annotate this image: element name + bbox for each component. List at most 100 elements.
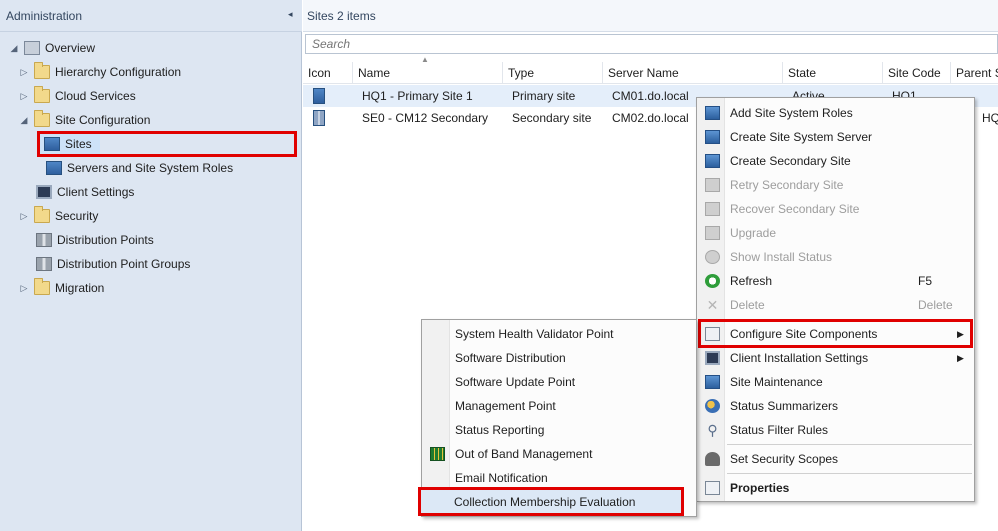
- tree-item-security[interactable]: ▷ Security: [18, 205, 98, 227]
- folder-icon: [34, 62, 50, 79]
- menu-item-label: Out of Band Management: [455, 447, 593, 461]
- menu-item-label: Delete: [730, 298, 765, 312]
- menu-item-add-site-system-roles[interactable]: Add Site System Roles: [697, 101, 974, 125]
- monitor-icon: [36, 185, 52, 199]
- menu-item-label: Status Reporting: [455, 423, 545, 437]
- cell-type: Secondary site: [512, 111, 592, 125]
- cell-name: HQ1 - Primary Site 1: [362, 89, 473, 103]
- menu-item-set-security-scopes[interactable]: Set Security Scopes: [697, 447, 974, 471]
- tree-item-client-settings[interactable]: Client Settings: [36, 181, 134, 203]
- menu-item-create-site-system-server[interactable]: Create Site System Server: [697, 125, 974, 149]
- navigation-pane: Administration ◂ ◢ Overview ▷ Hierarchy …: [0, 0, 302, 531]
- retry-icon: [705, 178, 720, 192]
- column-header-type[interactable]: Type: [503, 62, 603, 84]
- submenu-item-software-update-point[interactable]: Software Update Point: [422, 370, 696, 394]
- site-maintenance-icon: [705, 375, 720, 389]
- server-roles-icon: [46, 161, 62, 175]
- tree-item-distribution-point-groups[interactable]: Distribution Point Groups: [36, 253, 190, 275]
- overview-icon: [24, 41, 40, 55]
- delete-icon: ✕: [706, 297, 719, 313]
- upgrade-icon: [705, 226, 720, 240]
- expand-collapsed-icon[interactable]: ▷: [18, 91, 30, 102]
- expand-open-icon[interactable]: ◢: [8, 43, 20, 54]
- expand-collapsed-icon[interactable]: ▷: [18, 283, 30, 294]
- folder-icon: [34, 86, 50, 103]
- menu-item-label: Software Update Point: [455, 375, 576, 389]
- submenu-item-software-distribution[interactable]: Software Distribution: [422, 346, 696, 370]
- tree-item-distribution-points[interactable]: Distribution Points: [36, 229, 154, 251]
- tree-item-label: Overview: [45, 41, 96, 55]
- column-header-parent-site[interactable]: Parent Site: [951, 62, 998, 84]
- collection-membership-evaluation-highlight-box: [418, 487, 684, 516]
- properties-icon: [705, 481, 720, 495]
- search-input[interactable]: [305, 34, 998, 54]
- column-header-server-name[interactable]: Server Name: [603, 62, 783, 84]
- submenu-arrow-icon: ▶: [957, 353, 964, 363]
- folder-icon: [34, 110, 50, 127]
- expand-open-icon[interactable]: ◢: [18, 115, 30, 126]
- nav-header: Administration ◂: [0, 0, 302, 32]
- recover-icon: [705, 202, 720, 216]
- menu-item-retry-secondary-site: Retry Secondary Site: [697, 173, 974, 197]
- collapse-pane-icon[interactable]: ◂: [288, 9, 293, 20]
- sites-highlight-box: [37, 131, 297, 157]
- cell-name: SE0 - CM12 Secondary: [362, 111, 489, 125]
- tree-item-label: Cloud Services: [55, 89, 136, 103]
- tree-item-site-configuration[interactable]: ◢ Site Configuration: [18, 109, 150, 131]
- tree-item-label: Distribution Point Groups: [57, 257, 191, 271]
- create-secondary-icon: [705, 154, 720, 168]
- menu-item-recover-secondary-site: Recover Secondary Site: [697, 197, 974, 221]
- menu-item-client-installation-settings[interactable]: Client Installation Settings ▶: [697, 346, 974, 370]
- menu-item-label: Status Filter Rules: [730, 423, 829, 437]
- menu-separator: [727, 444, 972, 445]
- distribution-point-icon: [36, 233, 52, 247]
- menu-item-label: Create Secondary Site: [730, 154, 851, 168]
- menu-item-status-summarizers[interactable]: Status Summarizers: [697, 394, 974, 418]
- menu-item-label: Retry Secondary Site: [730, 178, 844, 192]
- tree-item-label: Migration: [55, 281, 105, 295]
- install-status-icon: [705, 250, 720, 264]
- column-header-icon[interactable]: Icon: [303, 62, 353, 84]
- tree-item-hierarchy-configuration[interactable]: ▷ Hierarchy Configuration: [18, 61, 181, 83]
- cell-parent-site: HQ1: [982, 111, 998, 125]
- expand-collapsed-icon[interactable]: ▷: [18, 67, 30, 78]
- tree-item-label: Security: [55, 209, 99, 223]
- tree-item-overview[interactable]: ◢ Overview: [8, 37, 95, 59]
- menu-item-label: System Health Validator Point: [455, 327, 614, 341]
- expand-collapsed-icon[interactable]: ▷: [18, 211, 30, 222]
- folder-icon: [34, 278, 50, 295]
- submenu-item-system-health-validator-point[interactable]: System Health Validator Point: [422, 322, 696, 346]
- column-header-state[interactable]: State: [783, 62, 883, 84]
- menu-item-properties[interactable]: Properties: [697, 476, 974, 500]
- folder-icon: [34, 206, 50, 223]
- add-roles-icon: [705, 106, 720, 120]
- tree-item-cloud-services[interactable]: ▷ Cloud Services: [18, 85, 136, 107]
- results-header: Sites 2 items: [303, 0, 998, 32]
- menu-item-show-install-status: Show Install Status: [697, 245, 974, 269]
- shortcut-label: F5: [918, 274, 933, 288]
- menu-item-label: Status Summarizers: [730, 399, 839, 413]
- menu-item-label: Site Maintenance: [730, 375, 823, 389]
- status-summarizers-icon: [705, 399, 720, 413]
- submenu-item-out-of-band-management[interactable]: Out of Band Management: [422, 442, 696, 466]
- tree-item-servers-and-site-system-roles[interactable]: Servers and Site System Roles: [46, 157, 233, 179]
- menu-item-label: Client Installation Settings: [730, 351, 869, 365]
- distribution-point-groups-icon: [36, 257, 52, 271]
- menu-item-label: Properties: [730, 481, 790, 495]
- configure-site-components-highlight-box: [698, 319, 973, 348]
- menu-item-site-maintenance[interactable]: Site Maintenance: [697, 370, 974, 394]
- tree-item-label: Client Settings: [57, 185, 135, 199]
- results-title: Sites 2 items: [307, 9, 376, 23]
- submenu-item-status-reporting[interactable]: Status Reporting: [422, 418, 696, 442]
- column-header-site-code[interactable]: Site Code: [883, 62, 951, 84]
- client-install-icon: [705, 351, 720, 365]
- tree-item-label: Servers and Site System Roles: [67, 161, 234, 175]
- menu-item-refresh[interactable]: Refresh F5: [697, 269, 974, 293]
- menu-item-status-filter-rules[interactable]: ⚲ Status Filter Rules: [697, 418, 974, 442]
- menu-item-create-secondary-site[interactable]: Create Secondary Site: [697, 149, 974, 173]
- menu-separator: [727, 473, 972, 474]
- column-header-name[interactable]: Name: [353, 62, 503, 84]
- tree-item-migration[interactable]: ▷ Migration: [18, 277, 104, 299]
- menu-item-label: Recover Secondary Site: [730, 202, 860, 216]
- submenu-item-management-point[interactable]: Management Point: [422, 394, 696, 418]
